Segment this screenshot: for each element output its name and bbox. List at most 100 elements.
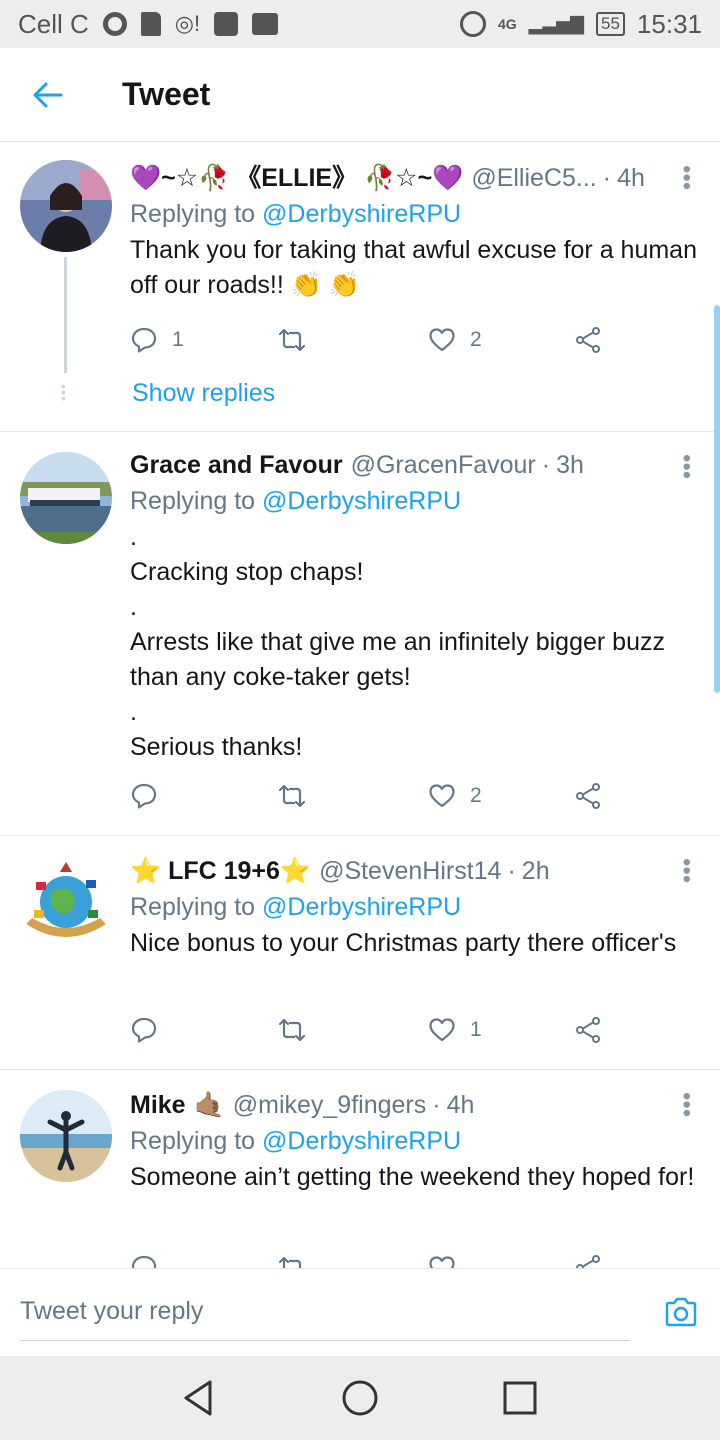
retweet-button[interactable] — [278, 1016, 306, 1044]
name-emoji-suffix: 🥀☆~💜 — [364, 164, 464, 192]
app-icon — [214, 12, 239, 36]
arrow-left-icon — [33, 82, 63, 107]
tweet-header: Mike 🤙🏽 @mikey_9fingers · 4h — [130, 1088, 700, 1122]
mention-link[interactable]: @DerbyshireRPU — [262, 200, 461, 228]
status-bar: Cell C ◎! 4G ▂▃▅▇ 55 15:31 — [0, 0, 720, 48]
more-options-icon[interactable]: ••• — [673, 1092, 700, 1117]
reply-composer — [0, 1268, 720, 1356]
tweet-reply[interactable]: Mike 🤙🏽 @mikey_9fingers · 4h Replying to… — [0, 1070, 720, 1268]
avatar[interactable] — [20, 1090, 112, 1182]
tweet-reply[interactable]: • • • 💜~☆🥀 《ELLIE》 🥀☆~💜 @EllieC5... · 4h R… — [0, 143, 720, 432]
separator-dot: · — [507, 857, 516, 885]
carrier-label: Cell C — [18, 8, 89, 39]
nav-home-icon[interactable] — [340, 1378, 380, 1418]
notification-icon: ◎! — [174, 11, 201, 36]
like-count: 2 — [470, 328, 482, 351]
thread-line — [64, 257, 67, 373]
like-button[interactable]: 2 — [428, 326, 482, 354]
retweet-button[interactable] — [278, 782, 306, 810]
share-button[interactable] — [574, 782, 602, 810]
sd-card-icon — [140, 12, 161, 36]
tweet-reply[interactable]: Grace and Favour @GracenFavour · 3h Repl… — [0, 432, 720, 836]
camera-button[interactable] — [664, 1295, 698, 1329]
signal-icon: ▂▃▅▇ — [528, 13, 584, 34]
user-handle[interactable]: @EllieC5... — [471, 161, 596, 195]
tweet-text: . Cracking stop chaps! . Arrests like th… — [130, 523, 665, 761]
tweet-actions: 1 — [130, 1016, 610, 1056]
replying-label: Replying to — [130, 893, 256, 921]
battery-indicator: 55 — [596, 12, 625, 36]
tweet-time: 2h — [521, 857, 550, 885]
retweet-icon — [278, 1018, 306, 1042]
mention-link[interactable]: @DerbyshireRPU — [262, 1127, 461, 1155]
replying-to: Replying to @DerbyshireRPU — [130, 1122, 700, 1160]
like-button[interactable]: 1 — [428, 1016, 482, 1044]
user-handle[interactable]: @GracenFavour — [351, 448, 536, 482]
more-options-icon[interactable]: ••• — [673, 454, 700, 479]
top-app-bar: Tweet — [0, 48, 720, 142]
show-replies-link[interactable]: Show replies — [132, 379, 275, 408]
reply-button[interactable] — [130, 1254, 158, 1268]
mention-link[interactable]: @DerbyshireRPU — [262, 487, 461, 515]
name-emoji-prefix: 💜~☆🥀 — [130, 164, 230, 192]
network-type: 4G — [497, 16, 517, 32]
tweet-reply[interactable]: ⭐ LFC 19+6⭐ @StevenHirst14 · 2h Replying… — [0, 836, 720, 1070]
scrollbar[interactable] — [714, 305, 720, 693]
tweet-actions: 1 2 — [130, 326, 610, 366]
display-name[interactable]: Grace and Favour — [130, 448, 343, 482]
reply-input[interactable] — [20, 1283, 630, 1341]
display-name[interactable]: Mike — [130, 1088, 186, 1122]
replying-to: Replying to @DerbyshireRPU — [130, 482, 700, 520]
retweet-button[interactable] — [278, 326, 306, 354]
more-options-icon[interactable]: ••• — [673, 165, 700, 190]
reply-button[interactable] — [130, 782, 158, 810]
heart-icon — [429, 1256, 455, 1268]
avatar[interactable] — [20, 160, 112, 252]
replying-label: Replying to — [130, 487, 256, 515]
retweet-icon — [278, 328, 306, 352]
like-button[interactable]: 2 — [428, 782, 482, 810]
retweet-icon — [278, 1256, 302, 1268]
tweet-time: 4h — [446, 1091, 475, 1119]
avatar[interactable] — [20, 452, 112, 544]
replying-to: Replying to @DerbyshireRPU — [130, 888, 700, 926]
back-button[interactable] — [0, 48, 96, 142]
separator-dot: · — [602, 164, 612, 192]
thread-dots: • • • — [61, 378, 66, 406]
more-options-icon[interactable]: ••• — [673, 858, 700, 883]
like-button[interactable] — [428, 1254, 456, 1268]
share-button[interactable] — [574, 1016, 602, 1044]
share-button[interactable] — [574, 1254, 602, 1268]
page-title: Tweet — [122, 76, 211, 112]
tweet-actions — [130, 1254, 610, 1268]
reply-count: 1 — [172, 328, 184, 351]
replying-to: Replying to @DerbyshireRPU — [130, 195, 700, 233]
display-name[interactable]: ⭐ LFC 19+6⭐ — [130, 854, 311, 888]
tweet-time: 4h — [617, 164, 645, 192]
share-icon — [576, 1255, 600, 1268]
retweet-icon — [278, 784, 306, 808]
mention-link[interactable]: @DerbyshireRPU — [262, 893, 461, 921]
user-handle[interactable]: @StevenHirst14 — [319, 854, 501, 888]
separator-dot: · — [541, 451, 551, 479]
reply-icon — [131, 1017, 157, 1043]
chrome-icon — [102, 12, 127, 36]
share-button[interactable] — [574, 326, 602, 354]
name-emoji: 🤙🏽 — [193, 1091, 225, 1119]
heart-icon — [429, 328, 455, 352]
avatar[interactable] — [20, 854, 112, 946]
tweet-text: Nice bonus to your Christmas party there… — [130, 929, 677, 957]
tweet-header: 💜~☆🥀 《ELLIE》 🥀☆~💜 @EllieC5... · 4h — [130, 161, 700, 195]
nav-recents-icon[interactable] — [500, 1378, 540, 1418]
reply-icon — [131, 783, 157, 809]
user-handle[interactable]: @mikey_9fingers — [233, 1088, 427, 1122]
alarm-icon — [459, 11, 486, 37]
system-nav-bar — [0, 1356, 720, 1440]
tweet-text: Thank you for taking that awful excuse f… — [130, 236, 697, 299]
reply-button[interactable] — [130, 1016, 158, 1044]
display-name[interactable]: 💜~☆🥀 《ELLIE》 🥀☆~💜 — [130, 161, 463, 195]
nav-back-icon[interactable] — [180, 1378, 220, 1418]
retweet-button[interactable] — [278, 1254, 306, 1268]
reply-button[interactable]: 1 — [130, 326, 184, 354]
image-icon — [252, 13, 279, 35]
